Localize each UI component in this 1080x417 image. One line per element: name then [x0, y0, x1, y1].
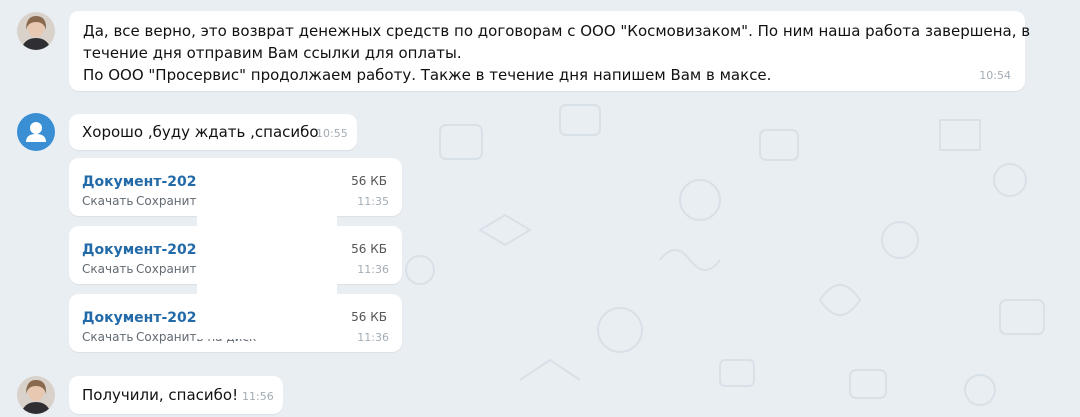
message-time: 10:54 [979, 69, 1011, 82]
file-size: 56 КБ [351, 174, 387, 188]
message-time: 11:36 [357, 263, 389, 276]
message-text: Хорошо ,буду ждать ,спасибо [82, 123, 319, 141]
message-bubble: Да, все верно, это возврат денежных сред… [69, 11, 1030, 91]
download-link[interactable]: Скачать [82, 262, 134, 276]
redaction-block [197, 163, 337, 339]
message-bubble: Получили, спасибо! 11:56 [69, 376, 283, 414]
message-time: 11:35 [357, 195, 389, 208]
operator-avatar[interactable] [17, 376, 55, 414]
message-text-line: По ООО "Просервис" продолжаем работу. Та… [83, 66, 772, 84]
message-text: Получили, спасибо! [82, 386, 239, 404]
message-bubble: Хорошо ,буду ждать ,спасибо 10:55 [69, 114, 357, 150]
message-time: 10:55 [316, 127, 348, 140]
message-text-line: Да, все верно, это возврат денежных сред… [83, 22, 1031, 40]
message-time: 11:56 [242, 390, 274, 403]
person-silhouette-icon [26, 122, 46, 142]
message-time: 11:36 [357, 331, 389, 344]
file-size: 56 КБ [351, 242, 387, 256]
download-link[interactable]: Скачать [82, 194, 134, 208]
message-text-line: течение дня отправим Вам ссылки для опла… [83, 44, 462, 62]
operator-avatar[interactable] [17, 12, 55, 50]
file-size: 56 КБ [351, 310, 387, 324]
user-avatar[interactable] [17, 113, 55, 151]
download-link[interactable]: Скачать [82, 330, 134, 344]
